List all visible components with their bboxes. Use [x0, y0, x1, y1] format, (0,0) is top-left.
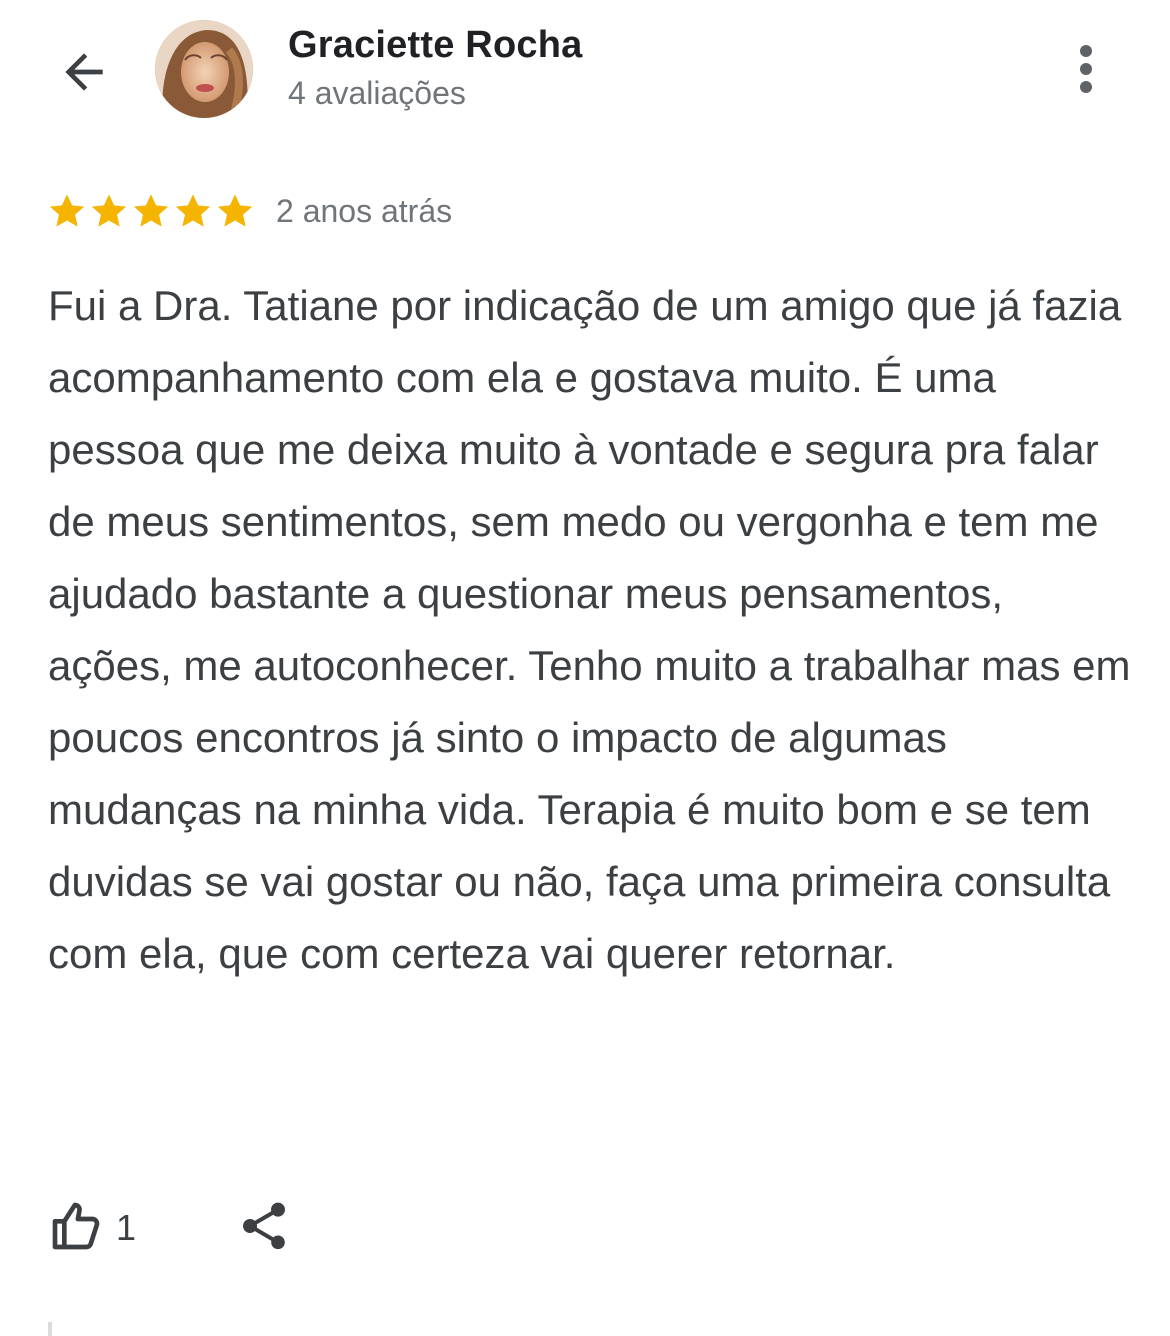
- divider: [48, 1322, 52, 1336]
- thumb-up-icon: [48, 1198, 104, 1259]
- avatar[interactable]: [155, 20, 253, 118]
- star-icon: [130, 190, 172, 232]
- share-icon: [236, 1198, 292, 1259]
- star-icon: [172, 190, 214, 232]
- like-button[interactable]: 1: [48, 1198, 136, 1259]
- star-icon: [46, 190, 88, 232]
- back-button[interactable]: [44, 34, 124, 114]
- review-date: 2 anos atrás: [276, 192, 453, 229]
- avatar-image: [155, 20, 253, 118]
- star-rating: [46, 190, 256, 232]
- star-icon: [214, 190, 256, 232]
- rating-row: 2 anos atrás: [46, 186, 452, 236]
- more-vert-icon: [1076, 41, 1096, 102]
- arrow-back-icon: [56, 44, 112, 105]
- star-icon: [88, 190, 130, 232]
- more-options-button[interactable]: [1056, 36, 1116, 106]
- share-button[interactable]: [236, 1198, 292, 1259]
- like-count: 1: [116, 1207, 137, 1248]
- review-count: 4 avaliações: [288, 75, 466, 111]
- author-name[interactable]: Graciette Rocha: [288, 24, 582, 67]
- review-actions: 1: [48, 1192, 292, 1264]
- review-text: Fui a Dra. Tatiane por indicação de um a…: [48, 282, 1131, 977]
